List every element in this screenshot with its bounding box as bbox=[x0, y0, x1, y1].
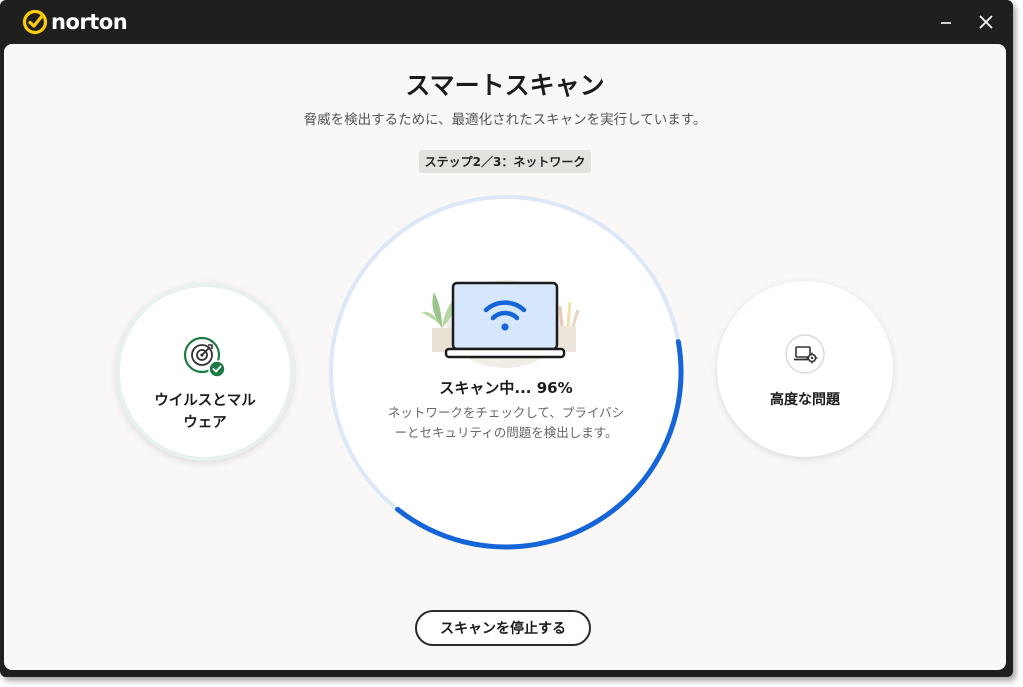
stop-scan-button[interactable]: スキャンを停止する bbox=[415, 610, 591, 646]
scan-progress-circle: スキャン中... 96% ネットワークをチェックして、プライバシーとセキュリティ… bbox=[325, 191, 687, 553]
scan-description: ネットワークをチェックして、プライバシーとセキュリティの問題を検出します。 bbox=[387, 405, 625, 440]
minimize-icon bbox=[941, 22, 951, 24]
step-badge: ステップ2／3：ネットワーク bbox=[419, 150, 591, 173]
step-virus-malware-label-line1: ウイルスとマル bbox=[154, 393, 256, 409]
close-icon bbox=[979, 15, 993, 29]
laptop-gear-icon bbox=[785, 334, 825, 374]
step-virus-malware-label: ウイルスとマル ウェア bbox=[120, 390, 290, 434]
page-title: スマートスキャン bbox=[405, 71, 605, 100]
minimize-button[interactable] bbox=[932, 8, 960, 36]
laptop-wifi-icon bbox=[422, 280, 580, 368]
app-window: norton スマートスキャン 脅威を検出するために、最適化されたスキャンを実行… bbox=[0, 0, 1013, 677]
scan-status: スキャン中... 96% bbox=[439, 379, 573, 397]
target-check-icon bbox=[183, 336, 226, 378]
title-bar: norton bbox=[0, 0, 1013, 42]
step-virus-malware: ウイルスとマル ウェア bbox=[116, 283, 294, 461]
step-virus-malware-label-line2: ウェア bbox=[183, 415, 227, 431]
brand-name: norton bbox=[51, 10, 128, 34]
close-button[interactable] bbox=[972, 8, 1000, 36]
norton-logo: norton bbox=[22, 8, 128, 36]
step-advanced-issues: 高度な問題 bbox=[717, 281, 893, 457]
main-content: スマートスキャン 脅威を検出するために、最適化されたスキャンを実行しています。 … bbox=[4, 44, 1006, 670]
step-advanced-issues-label: 高度な問題 bbox=[770, 392, 840, 408]
norton-check-icon bbox=[22, 9, 48, 35]
page-subtitle: 脅威を検出するために、最適化されたスキャンを実行しています。 bbox=[303, 112, 707, 128]
